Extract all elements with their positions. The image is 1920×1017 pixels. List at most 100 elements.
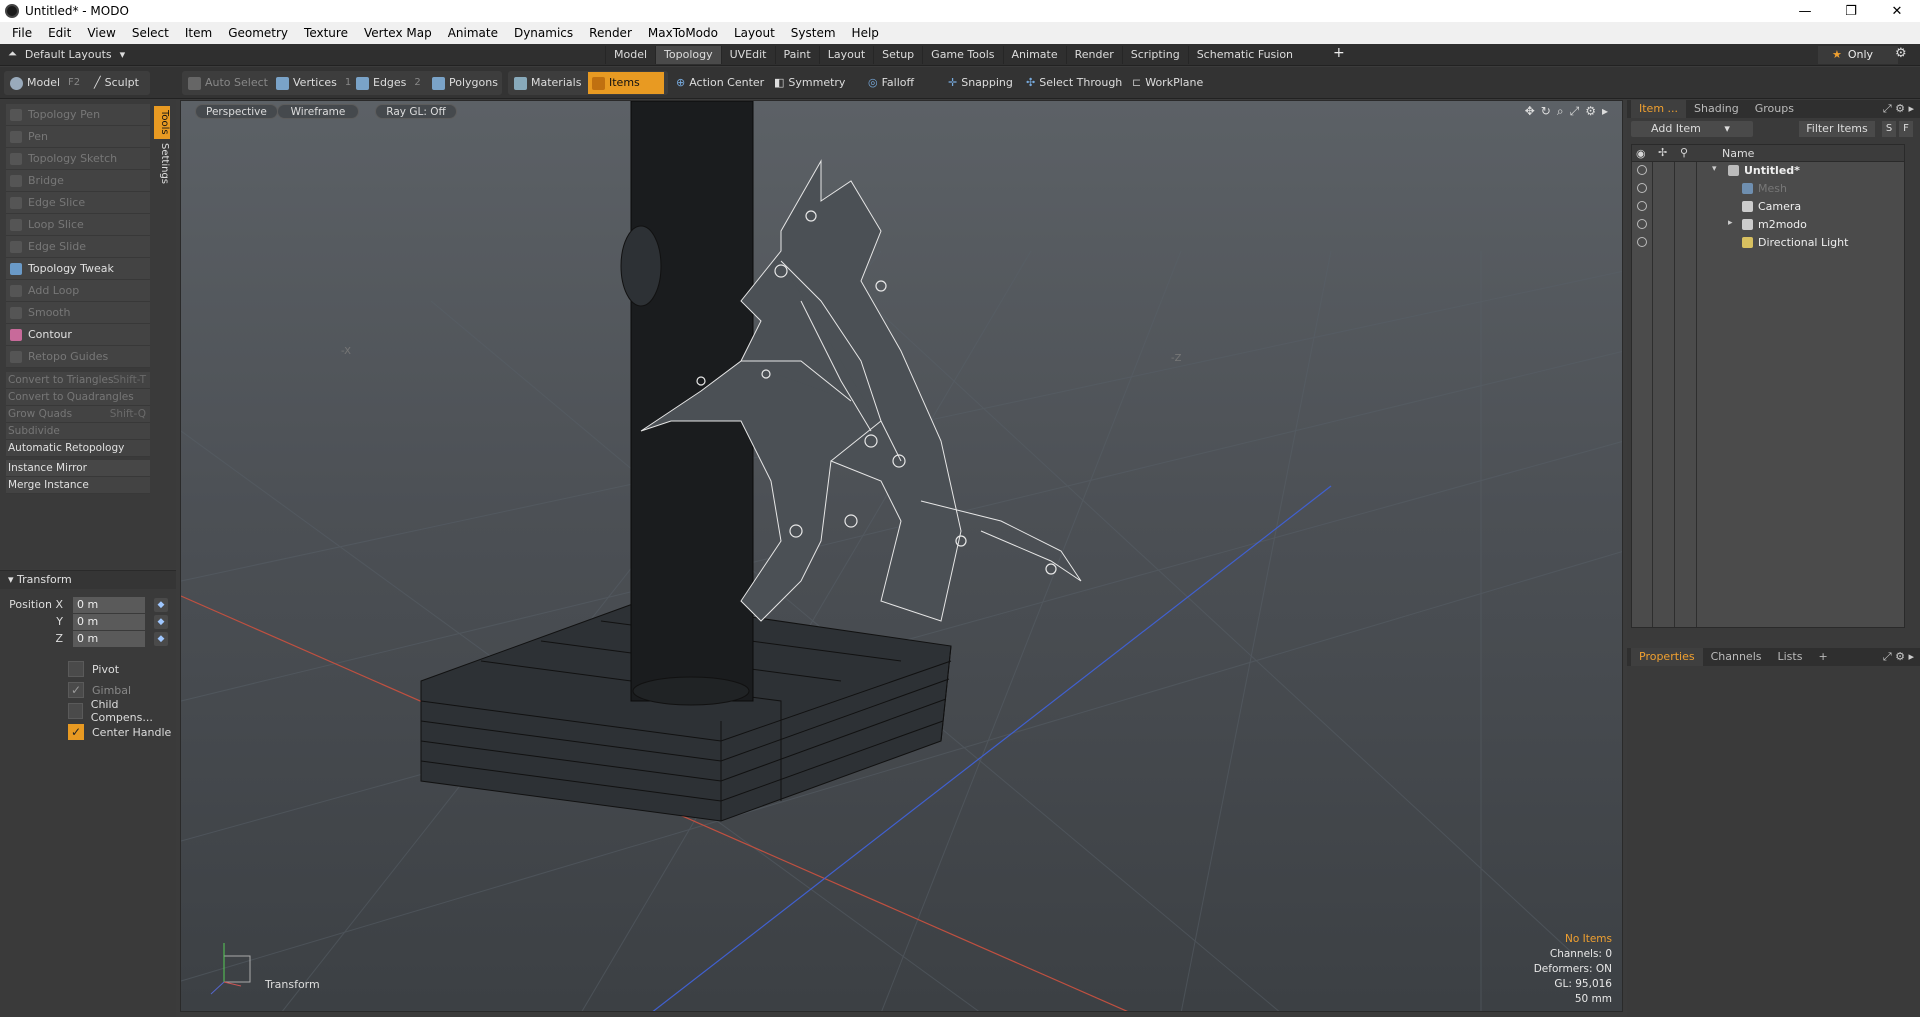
viewport-gear-icon[interactable]: ⚙ <box>1585 104 1596 119</box>
tool-bridge[interactable]: Bridge <box>6 170 150 192</box>
auto-select-button[interactable]: Auto Select <box>184 72 274 94</box>
tab-animate[interactable]: Animate <box>1002 46 1066 64</box>
instance-mirror-command[interactable]: Instance Mirror <box>6 460 150 477</box>
grow-quads-command[interactable]: Grow Quads Shift-Q <box>6 406 150 423</box>
raygl-toggle[interactable]: Ray GL: Off <box>375 104 457 119</box>
tab-tools[interactable]: Tools <box>154 106 170 139</box>
automatic-retopology-command[interactable]: Automatic Retopology <box>6 440 150 457</box>
tab-shading[interactable]: Shading <box>1686 100 1747 118</box>
tab-setup[interactable]: Setup <box>873 46 922 64</box>
tool-retopo-guides[interactable]: Retopo Guides <box>6 346 150 368</box>
s-toggle[interactable]: S <box>1882 121 1896 137</box>
menu-system[interactable]: System <box>783 26 844 40</box>
symmetry-button[interactable]: ◧ Symmetry <box>770 72 851 94</box>
pivot-checkbox[interactable] <box>68 661 84 677</box>
tab-render[interactable]: Render <box>1065 46 1122 64</box>
transform-header[interactable]: ▾ Transform <box>0 571 176 589</box>
visibility-eye-icon[interactable] <box>1637 201 1647 211</box>
name-column-header[interactable]: Name <box>1722 147 1754 160</box>
tab-item-list[interactable]: Item ... <box>1631 100 1687 118</box>
menu-file[interactable]: File <box>4 26 40 40</box>
tab-schematic-fusion[interactable]: Schematic Fusion <box>1187 46 1301 64</box>
tab-channels[interactable]: Channels <box>1703 648 1770 666</box>
menu-item[interactable]: Item <box>177 26 220 40</box>
tool-pen[interactable]: Pen <box>6 126 150 148</box>
tab-settings[interactable]: Settings <box>154 139 170 188</box>
merge-instance-command[interactable]: Merge Instance <box>6 477 150 494</box>
tab-topology[interactable]: Topology <box>655 46 721 64</box>
tab-groups[interactable]: Groups <box>1747 100 1802 118</box>
pivot-row[interactable]: Pivot <box>68 660 119 678</box>
tool-edge-slide[interactable]: Edge Slide <box>6 236 150 258</box>
tool-edge-slice[interactable]: Edge Slice <box>6 192 150 214</box>
view-perspective-button[interactable]: Perspective <box>195 104 278 119</box>
menu-render[interactable]: Render <box>581 26 640 40</box>
add-tab-button[interactable]: + <box>1333 45 1345 61</box>
menu-help[interactable]: Help <box>844 26 887 40</box>
convert-to-quadrangles-command[interactable]: Convert to Quadrangles <box>6 389 150 406</box>
shading-wireframe-button[interactable]: Wireframe <box>277 104 359 119</box>
tool-add-loop[interactable]: Add Loop <box>6 280 150 302</box>
panel-options-icon[interactable]: ⤢ ⚙ ▸ <box>1883 650 1914 664</box>
visibility-eye-icon[interactable] <box>1637 219 1647 229</box>
zoom-icon[interactable]: ⌕ <box>1557 104 1564 119</box>
menu-vertex-map[interactable]: Vertex Map <box>356 26 440 40</box>
pan-icon[interactable]: ✥ <box>1525 104 1535 119</box>
menu-maxtomodo[interactable]: MaxToModo <box>640 26 726 40</box>
position-z-field[interactable]: 0 m <box>73 631 145 647</box>
maximize-button[interactable]: ❐ <box>1828 0 1874 22</box>
position-x-field[interactable]: 0 m <box>73 597 145 613</box>
tool-topology-sketch[interactable]: Topology Sketch <box>6 148 150 170</box>
tool-smooth[interactable]: Smooth <box>6 302 150 324</box>
panel-options-icon[interactable]: ⤢ ⚙ ▸ <box>1883 102 1914 116</box>
subdivide-command[interactable]: Subdivide <box>6 423 150 440</box>
menu-geometry[interactable]: Geometry <box>220 26 296 40</box>
falloff-button[interactable]: ◎ Falloff <box>864 72 920 94</box>
minimize-button[interactable]: — <box>1782 0 1828 22</box>
materials-button[interactable]: Materials <box>510 72 587 94</box>
center-handle-checkbox[interactable]: ✓ <box>68 724 84 740</box>
visibility-eye-icon[interactable] <box>1637 237 1647 247</box>
add-item-button[interactable]: Add Item ▾ <box>1631 121 1753 137</box>
tab-properties[interactable]: Properties <box>1631 648 1703 666</box>
fit-icon[interactable]: ⤢ <box>1570 104 1580 119</box>
tree-row-m2modo[interactable]: ▸ m2modo <box>1632 216 1904 234</box>
items-button[interactable]: Items <box>588 72 664 94</box>
tab-lists[interactable]: Lists <box>1770 648 1811 666</box>
layout-selector[interactable]: ⏶ Default Layouts ▾ <box>8 47 125 61</box>
add-panel-tab-button[interactable]: + <box>1810 648 1835 666</box>
3d-viewport[interactable]: -X -Z Perspective Wireframe Ray GL: Off … <box>180 100 1623 1012</box>
tab-layout[interactable]: Layout <box>818 46 873 64</box>
f-toggle[interactable]: F <box>1899 121 1913 137</box>
tab-game-tools[interactable]: Game Tools <box>922 46 1002 64</box>
tree-row-directional-light[interactable]: Directional Light <box>1632 234 1904 252</box>
position-y-link-icon[interactable]: ◆ <box>154 615 168 629</box>
position-z-link-icon[interactable]: ◆ <box>154 632 168 646</box>
close-button[interactable]: ✕ <box>1874 0 1920 22</box>
tree-row-camera[interactable]: Camera <box>1632 198 1904 216</box>
menu-view[interactable]: View <box>79 26 123 40</box>
gimbal-row[interactable]: ✓ Gimbal <box>68 681 131 699</box>
workplane-button[interactable]: ⊏ WorkPlane <box>1128 72 1209 94</box>
menu-layout[interactable]: Layout <box>726 26 783 40</box>
visibility-eye-icon[interactable] <box>1637 165 1647 175</box>
only-toggle[interactable]: ★ Only <box>1818 46 1898 64</box>
tab-scripting[interactable]: Scripting <box>1121 46 1188 64</box>
position-x-link-icon[interactable]: ◆ <box>154 598 168 612</box>
center-handle-row[interactable]: ✓ Center Handle <box>68 723 171 741</box>
polygons-button[interactable]: Polygons <box>428 72 504 94</box>
snapping-button[interactable]: ✛ Snapping <box>944 72 1019 94</box>
gimbal-checkbox[interactable]: ✓ <box>68 682 84 698</box>
sculpt-mode-button[interactable]: ╱ Sculpt <box>90 72 145 94</box>
position-y-field[interactable]: 0 m <box>73 614 145 630</box>
tool-topology-pen[interactable]: Topology Pen <box>6 104 150 126</box>
menu-select[interactable]: Select <box>124 26 177 40</box>
convert-to-triangles-command[interactable]: Convert to Triangles Shift-T <box>6 372 150 389</box>
menu-dynamics[interactable]: Dynamics <box>506 26 581 40</box>
menu-animate[interactable]: Animate <box>440 26 506 40</box>
filter-items-button[interactable]: Filter Items <box>1799 121 1875 137</box>
tool-contour[interactable]: Contour <box>6 324 150 346</box>
tool-topology-tweak[interactable]: Topology Tweak <box>6 258 150 280</box>
visibility-eye-icon[interactable] <box>1637 183 1647 193</box>
child-compensation-checkbox[interactable] <box>68 703 83 719</box>
